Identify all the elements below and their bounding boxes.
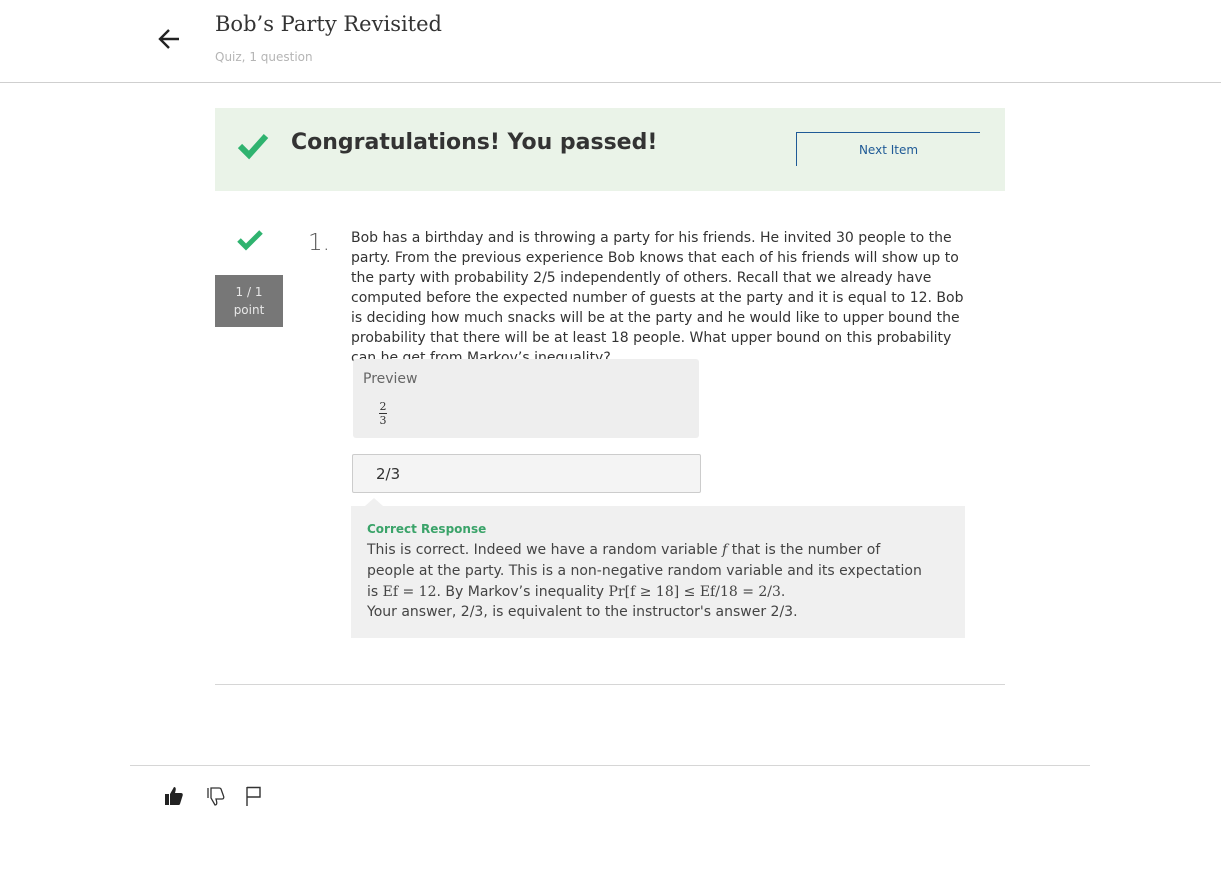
thumbs-up-icon [165, 787, 183, 805]
pass-banner: Congratulations! You passed! Next Item [215, 108, 1005, 191]
flag-icon [246, 786, 261, 806]
section-divider [215, 684, 1005, 685]
answer-preview: Preview 2 3 [353, 359, 699, 438]
score-value: 1 / 1 [235, 285, 263, 299]
feedback-text-part: . [780, 584, 786, 600]
feedback-answer-note: Your answer, 2/3, is equivalent to the i… [367, 604, 798, 620]
like-button[interactable] [162, 784, 186, 808]
checkmark-icon [237, 133, 269, 160]
question-correct-icon [237, 230, 263, 251]
feedback-text-part: . By Markov’s inequality [436, 584, 609, 600]
question-number: 1. [308, 230, 330, 256]
score-unit: point [233, 303, 265, 317]
page-subtitle: Quiz, 1 question [215, 50, 313, 64]
feedback-text-part: This is correct. Indeed we have a random… [367, 542, 723, 558]
thumbs-down-icon [207, 787, 225, 806]
feedback-pointer [365, 498, 383, 506]
arrow-left-icon [158, 29, 179, 49]
feedback-title: Correct Response [367, 522, 487, 536]
footer-divider [130, 765, 1090, 766]
feedback-box: Correct Response This is correct. Indeed… [351, 498, 965, 638]
next-item-button[interactable]: Next Item [796, 132, 980, 166]
dislike-button[interactable] [203, 784, 227, 808]
preview-label: Preview [363, 371, 418, 387]
math-markov: Pr[f ≥ 18] ≤ Ef/18 = 2/3 [608, 584, 781, 600]
feedback-text: This is correct. Indeed we have a random… [367, 540, 927, 603]
back-button[interactable] [152, 22, 186, 56]
answer-input[interactable] [352, 454, 701, 493]
flag-button[interactable] [241, 784, 265, 808]
fraction-denominator: 3 [379, 414, 387, 427]
question-text: Bob has a birthday and is throwing a par… [351, 230, 964, 366]
fraction-numerator: 2 [379, 400, 387, 413]
score-badge: 1 / 1 point [215, 275, 283, 327]
page-title: Bob’s Party Revisited [215, 12, 442, 36]
pass-message: Congratulations! You passed! [291, 130, 658, 155]
math-expectation: Ef = 12 [382, 584, 437, 600]
page-header: Bob’s Party Revisited Quiz, 1 question [0, 0, 1221, 83]
preview-fraction: 2 3 [379, 401, 387, 426]
